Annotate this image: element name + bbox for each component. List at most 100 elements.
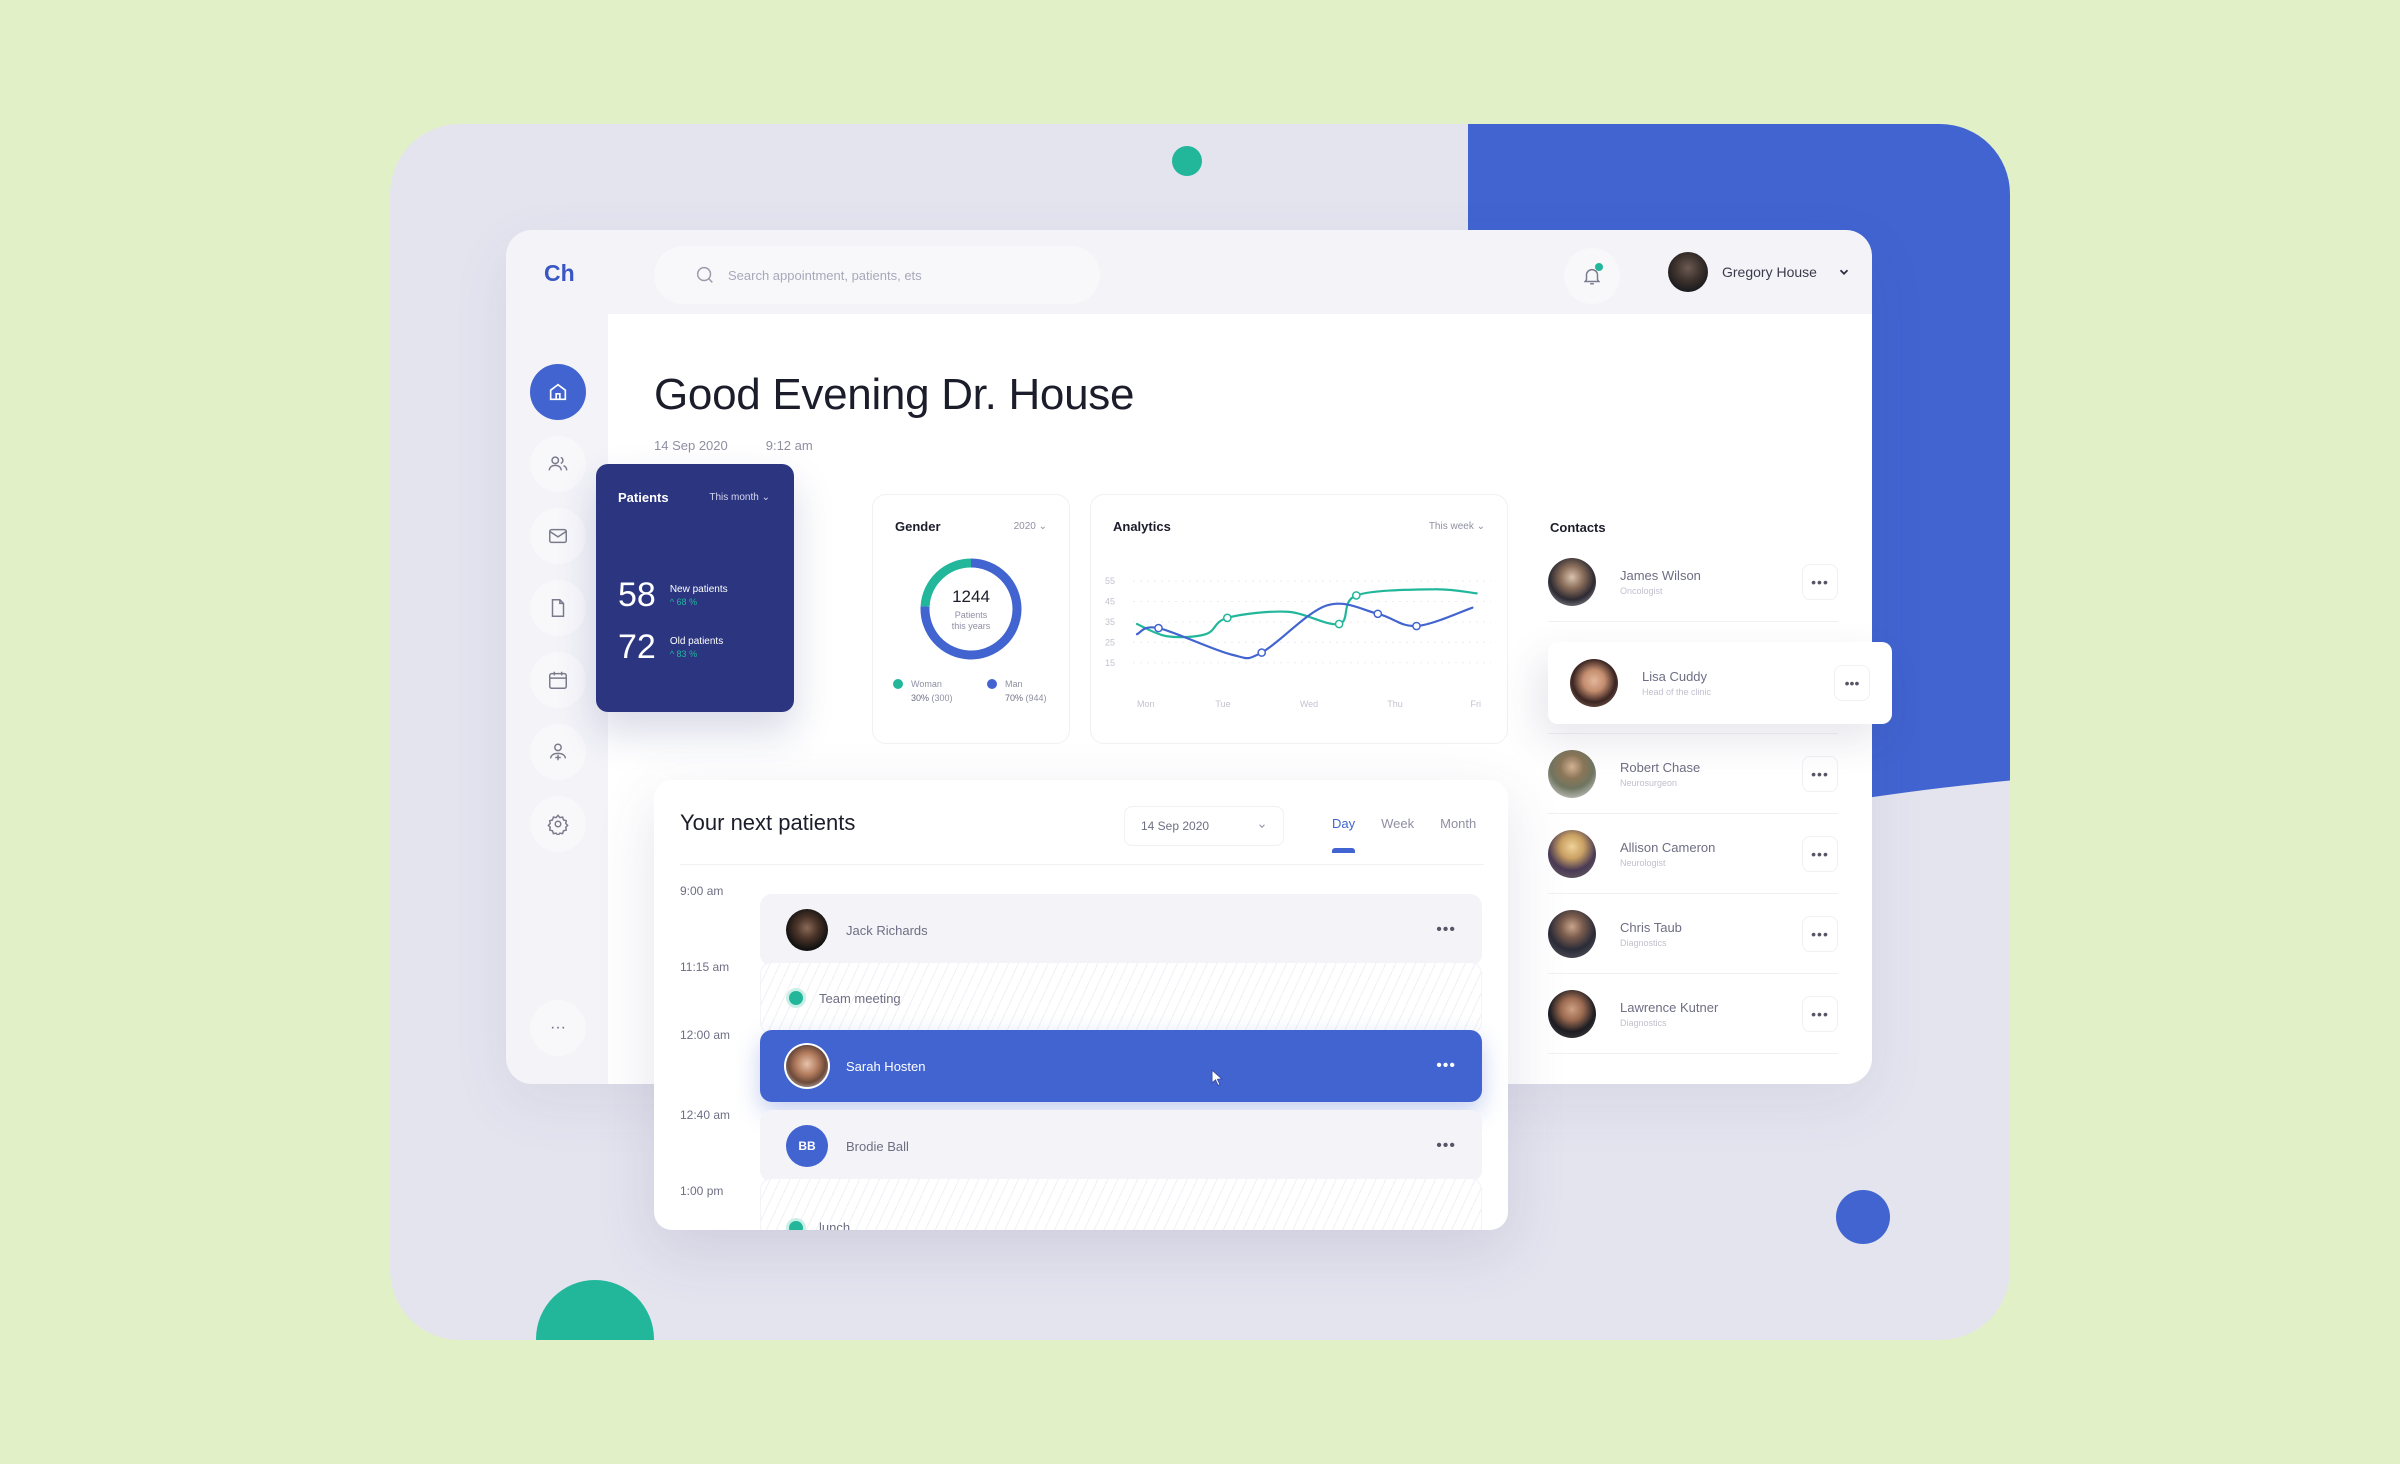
stat-new-patients: 58 New patients ^ 68 % bbox=[618, 576, 728, 615]
contacts-panel: Contacts James WilsonOncologist•••Eric F… bbox=[1530, 494, 1872, 1084]
sidebar-item-users[interactable] bbox=[530, 436, 586, 492]
contact-item[interactable]: Lawrence Kutner Diagnostics ••• bbox=[1548, 974, 1838, 1054]
donut-center: 1244 Patients this years bbox=[917, 555, 1025, 663]
appointment-more-button[interactable]: ••• bbox=[1436, 921, 1456, 939]
appointment[interactable]: BB Brodie Ball ••• bbox=[760, 1110, 1482, 1182]
contact-more-button[interactable]: ••• bbox=[1834, 665, 1870, 701]
contact-item[interactable]: James Wilson Oncologist ••• bbox=[1548, 542, 1838, 622]
stat-value: 72 bbox=[618, 628, 656, 666]
slot-time: 9:00 am bbox=[680, 884, 724, 898]
more-icon: ••• bbox=[1811, 1006, 1829, 1022]
more-icon: ••• bbox=[1844, 675, 1860, 691]
sidebar-item-settings[interactable] bbox=[530, 796, 586, 852]
schedule-event[interactable]: Team meeting bbox=[760, 962, 1482, 1034]
contact-item[interactable]: Chris Taub Diagnostics ••• bbox=[1548, 894, 1838, 974]
contact-avatar bbox=[1548, 558, 1596, 606]
more-icon: ••• bbox=[1811, 926, 1829, 942]
legend-swatch-teal bbox=[893, 679, 903, 689]
total-patients: 1244 bbox=[952, 586, 990, 606]
appointment-more-button[interactable]: ••• bbox=[1436, 1137, 1456, 1155]
slot-time: 1:00 pm bbox=[680, 1184, 724, 1198]
gear-icon bbox=[547, 814, 569, 835]
selected-date: 14 Sep 2020 bbox=[1141, 819, 1210, 833]
analytics-period-select[interactable]: This week ⌄ bbox=[1429, 521, 1485, 532]
user-menu[interactable]: Gregory House bbox=[1668, 252, 1851, 292]
patients-card-title: Patients bbox=[618, 490, 669, 505]
contact-role: Head of the clinic bbox=[1642, 687, 1712, 697]
data-point-blue[interactable] bbox=[1257, 648, 1267, 657]
search-bar[interactable] bbox=[654, 246, 1100, 304]
contact-avatar bbox=[1570, 659, 1618, 707]
tab-week[interactable]: Week bbox=[1381, 816, 1414, 831]
notification-badge bbox=[1595, 263, 1603, 271]
schedule-date-select[interactable]: 14 Sep 2020 bbox=[1124, 806, 1284, 846]
search-icon bbox=[696, 266, 713, 283]
contact-item[interactable]: Robert Chase Neurosurgeon ••• bbox=[1548, 734, 1838, 814]
data-point-teal[interactable] bbox=[1351, 591, 1361, 600]
add-user-icon bbox=[549, 743, 567, 761]
contact-more-button[interactable]: ••• bbox=[1802, 916, 1838, 952]
data-point-teal[interactable] bbox=[1222, 613, 1232, 623]
appointment-more-button[interactable]: ••• bbox=[1436, 1057, 1456, 1075]
sidebar-item-messages[interactable] bbox=[530, 508, 586, 564]
app-logo[interactable]: Ch bbox=[544, 260, 575, 287]
stat-change: ^ 68 % bbox=[669, 597, 698, 607]
contact-item-highlighted[interactable]: Lisa Cuddy Head of the clinic ••• bbox=[1548, 642, 1892, 724]
mail-icon bbox=[549, 528, 567, 544]
stat-label: Old patients bbox=[669, 636, 724, 647]
data-point-blue[interactable] bbox=[1154, 623, 1163, 633]
patient-name: Jack Richards bbox=[846, 922, 928, 938]
legend-man: Man 70% (944) bbox=[987, 679, 1047, 703]
contact-more-button[interactable]: ••• bbox=[1802, 756, 1838, 792]
document-icon bbox=[551, 599, 565, 617]
sidebar-item-calendar[interactable] bbox=[530, 652, 586, 708]
data-point-teal[interactable] bbox=[1334, 619, 1344, 629]
more-icon: ••• bbox=[1811, 574, 1829, 590]
patients-period-select[interactable]: This month ⌄ bbox=[709, 492, 770, 503]
sidebar-item-home[interactable] bbox=[530, 364, 586, 420]
data-point-blue[interactable] bbox=[1412, 621, 1421, 631]
y-tick-label: 35 bbox=[1105, 617, 1115, 627]
slot-time: 12:40 am bbox=[680, 1108, 731, 1122]
y-tick-label: 15 bbox=[1105, 658, 1115, 668]
legend-percent: 30% bbox=[911, 693, 930, 703]
sidebar-more-button[interactable]: ··· bbox=[530, 1000, 586, 1056]
patient-avatar: BB bbox=[786, 1125, 828, 1167]
contact-more-button[interactable]: ••• bbox=[1802, 564, 1838, 600]
stat-value: 58 bbox=[618, 576, 656, 614]
tab-month[interactable]: Month bbox=[1440, 816, 1476, 831]
schedule-event[interactable]: lunch bbox=[760, 1178, 1482, 1230]
schedule-title: Your next patients bbox=[680, 810, 856, 835]
decorative-dot-blue bbox=[1836, 1190, 1890, 1244]
appointment-selected[interactable]: Sarah Hosten ••• bbox=[760, 1030, 1482, 1102]
contact-more-button[interactable]: ••• bbox=[1802, 996, 1838, 1032]
search-input[interactable] bbox=[728, 267, 1068, 283]
contact-role: Neurologist bbox=[1620, 858, 1666, 868]
current-date: 14 Sep 2020 bbox=[654, 438, 728, 453]
total-label-line1: Patients bbox=[954, 609, 988, 620]
more-icon: ••• bbox=[1811, 766, 1829, 782]
x-tick-label: Fri bbox=[1471, 699, 1482, 709]
sidebar-item-documents[interactable] bbox=[530, 580, 586, 636]
data-point-blue[interactable] bbox=[1373, 609, 1383, 619]
y-tick-label: 45 bbox=[1105, 597, 1115, 607]
event-name: Team meeting bbox=[819, 990, 901, 1006]
analytics-card-title: Analytics bbox=[1113, 519, 1171, 534]
user-avatar bbox=[1668, 252, 1708, 292]
next-patients-panel: Your next patients 14 Sep 2020 Day Week … bbox=[654, 780, 1508, 1230]
contact-more-button[interactable]: ••• bbox=[1802, 836, 1838, 872]
y-tick-label: 25 bbox=[1105, 637, 1115, 647]
legend-woman: Woman 30% (300) bbox=[893, 679, 953, 703]
slot-time: 11:15 am bbox=[680, 960, 730, 974]
sidebar-item-add-user[interactable] bbox=[530, 724, 586, 780]
gender-year-select[interactable]: 2020 ⌄ bbox=[1014, 521, 1047, 532]
divider bbox=[1548, 1053, 1838, 1054]
notifications-button[interactable] bbox=[1564, 248, 1620, 304]
decorative-dot-teal bbox=[1172, 146, 1202, 176]
contact-avatar bbox=[1548, 830, 1596, 878]
contact-item[interactable]: Allison Cameron Neurologist ••• bbox=[1548, 814, 1838, 894]
tab-day[interactable]: Day bbox=[1332, 816, 1356, 853]
contact-name: James Wilson bbox=[1620, 568, 1701, 583]
current-time: 9:12 am bbox=[765, 438, 813, 453]
appointment[interactable]: Jack Richards ••• bbox=[760, 894, 1482, 966]
